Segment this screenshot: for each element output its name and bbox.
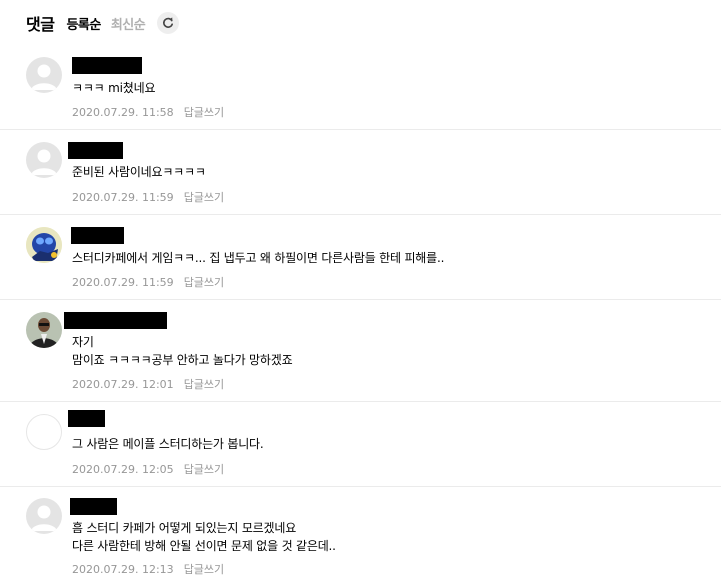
comment-line: 다른 사람한테 방해 안될 선이면 문제 없을 것 같은데.. <box>72 539 336 553</box>
comment-date: 2020.07.29. 11:58 <box>72 106 174 119</box>
comment-date: 2020.07.29. 12:05 <box>72 463 174 476</box>
photo-avatar[interactable] <box>26 312 62 348</box>
default-avatar[interactable] <box>26 498 62 534</box>
reply-button[interactable]: 답글쓰기 <box>184 106 224 119</box>
reply-button[interactable]: 답글쓰기 <box>184 378 224 391</box>
comment-meta: 2020.07.29. 12:01 답글쓰기 <box>72 376 224 392</box>
default-user-icon <box>31 505 57 531</box>
comment-item: 자기 맘이죠 ㅋㅋㅋㅋ공부 안하고 놀다가 망하겠죠 2020.07.29. 1… <box>0 300 721 402</box>
comment-text: 흠 스터디 카페가 어떻게 되있는지 모르겠네요 다른 사람한테 방해 안될 선… <box>72 519 336 555</box>
default-user-icon <box>31 64 57 90</box>
comment-line: ㅋㅋㅋ mi쳤네요 <box>72 81 156 95</box>
default-user-icon <box>31 149 57 175</box>
default-avatar[interactable] <box>26 142 62 178</box>
redacted-nickname <box>64 312 167 329</box>
profile-photo <box>26 312 62 348</box>
comment-date: 2020.07.29. 11:59 <box>72 276 174 289</box>
comment-date: 2020.07.29. 12:13 <box>72 563 174 576</box>
comment-text: 자기 맘이죠 ㅋㅋㅋㅋ공부 안하고 놀다가 망하겠죠 <box>72 333 293 369</box>
sort-latest-tab[interactable]: 최신순 <box>111 14 146 33</box>
comment-line: 준비된 사람이네요ㅋㅋㅋㅋ <box>72 165 206 179</box>
comment-line: 자기 <box>72 335 94 349</box>
comment-line: 그 사람은 메이플 스터디하는가 봅니다. <box>72 437 264 451</box>
comment-date: 2020.07.29. 12:01 <box>72 378 174 391</box>
redacted-nickname <box>68 410 105 427</box>
comment-text: ㅋㅋㅋ mi쳤네요 <box>72 79 155 97</box>
comment-line: 스터디카페에서 게임ㅋㅋ... 집 냅두고 왜 하필이면 다른사람들 한테 피해… <box>72 251 445 265</box>
comment-item: 준비된 사람이네요ㅋㅋㅋㅋ 2020.07.29. 11:59 답글쓰기 <box>0 130 721 215</box>
comment-item: ㅋㅋㅋ mi쳤네요 2020.07.29. 11:58 답글쓰기 <box>0 45 721 130</box>
sort-registered-tab[interactable]: 등록순 <box>66 14 101 33</box>
comment-text: 준비된 사람이네요ㅋㅋㅋㅋ <box>72 163 206 181</box>
comment-item: 흠 스터디 카페가 어떻게 되있는지 모르겠네요 다른 사람한테 방해 안될 선… <box>0 487 721 588</box>
reply-button[interactable]: 답글쓰기 <box>184 563 224 576</box>
redacted-nickname <box>71 227 124 244</box>
comment-list: ㅋㅋㅋ mi쳤네요 2020.07.29. 11:58 답글쓰기 준비된 사람이네… <box>0 45 721 588</box>
comment-line: 맘이죠 ㅋㅋㅋㅋ공부 안하고 놀다가 망하겠죠 <box>72 353 293 367</box>
default-avatar[interactable] <box>26 57 62 93</box>
redacted-nickname <box>70 498 117 515</box>
blank-avatar[interactable] <box>26 414 62 450</box>
comment-meta: 2020.07.29. 11:58 답글쓰기 <box>72 104 224 120</box>
comment-date: 2020.07.29. 11:59 <box>72 191 174 204</box>
comment-item: 그 사람은 메이플 스터디하는가 봅니다. 2020.07.29. 12:05 답… <box>0 402 721 487</box>
comment-text: 그 사람은 메이플 스터디하는가 봅니다. <box>72 435 264 453</box>
comment-meta: 2020.07.29. 12:13 답글쓰기 <box>72 561 224 577</box>
comment-meta: 2020.07.29. 11:59 답글쓰기 <box>72 274 224 290</box>
comments-title: 댓글 <box>26 15 55 34</box>
comment-item: 스터디카페에서 게임ㅋㅋ... 집 냅두고 왜 하필이면 다른사람들 한테 피해… <box>0 215 721 300</box>
comment-line: 흠 스터디 카페가 어떻게 되있는지 모르겠네요 <box>72 521 297 535</box>
redacted-nickname <box>72 57 142 74</box>
reply-button[interactable]: 답글쓰기 <box>184 463 224 476</box>
refresh-icon <box>163 17 174 28</box>
comment-header: 댓글 등록순 최신순 <box>26 10 180 36</box>
blue-character-avatar[interactable] <box>26 227 62 263</box>
redacted-nickname <box>68 142 123 159</box>
reply-button[interactable]: 답글쓰기 <box>184 276 224 289</box>
comment-meta: 2020.07.29. 12:05 답글쓰기 <box>72 461 224 477</box>
comment-meta: 2020.07.29. 11:59 답글쓰기 <box>72 189 224 205</box>
refresh-button[interactable] <box>157 12 180 34</box>
comment-text: 스터디카페에서 게임ㅋㅋ... 집 냅두고 왜 하필이면 다른사람들 한테 피해… <box>72 249 444 267</box>
reply-button[interactable]: 답글쓰기 <box>184 191 224 204</box>
character-image <box>26 227 62 263</box>
